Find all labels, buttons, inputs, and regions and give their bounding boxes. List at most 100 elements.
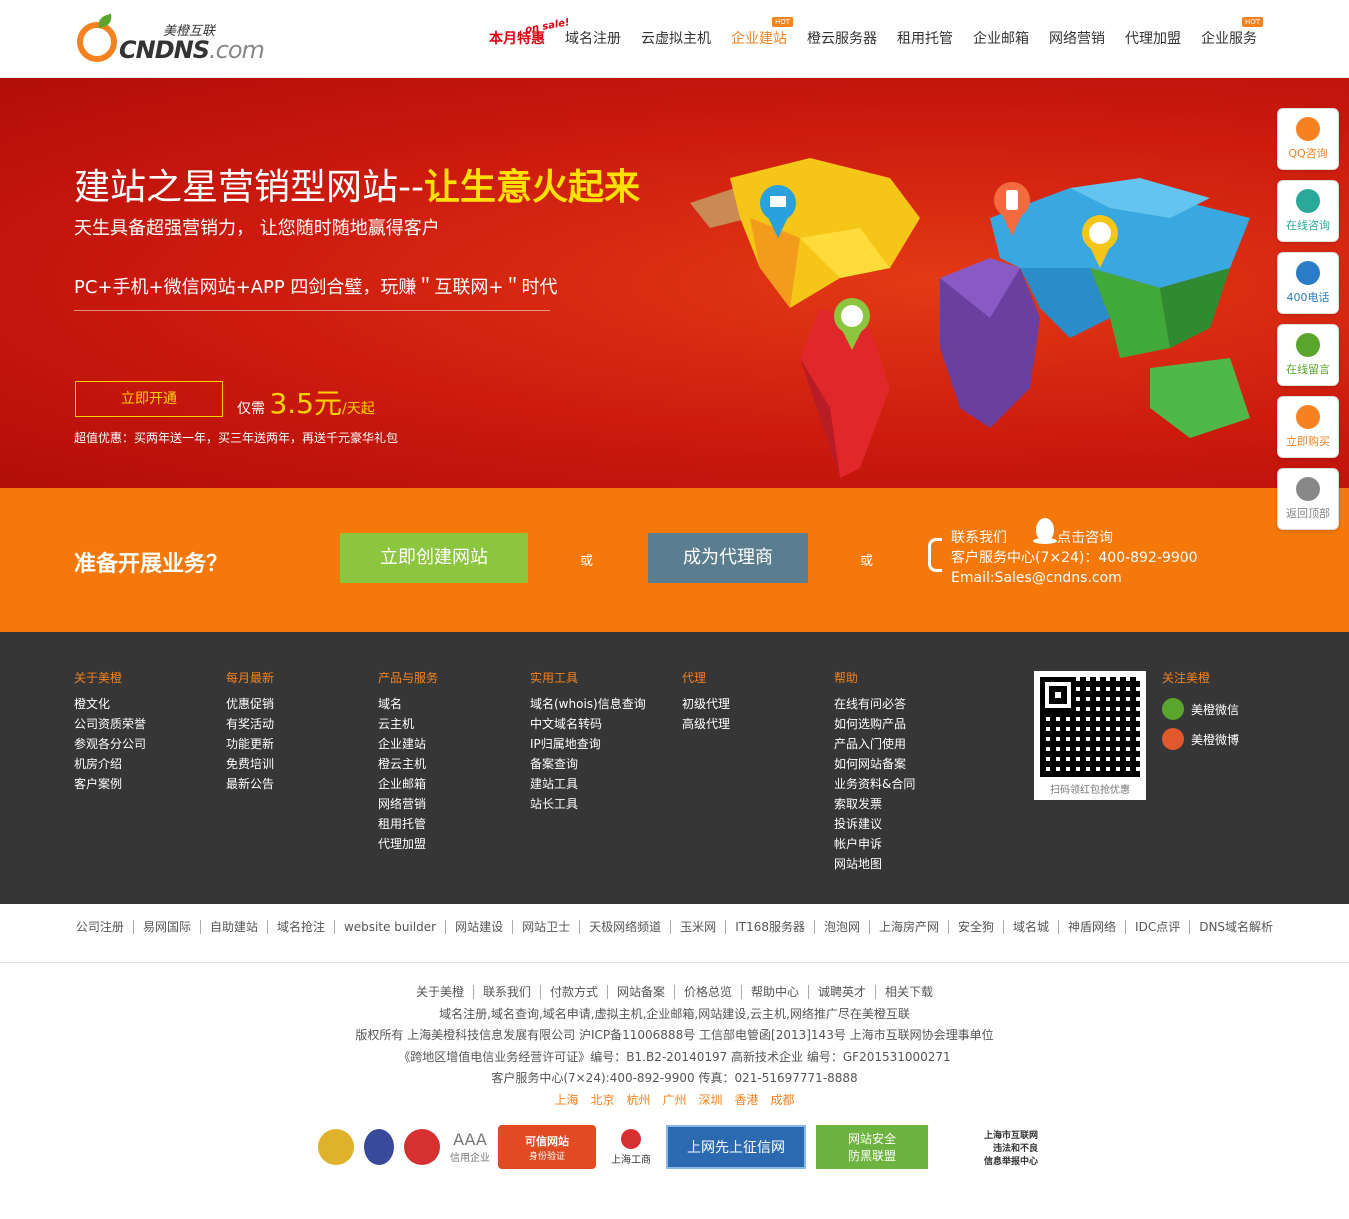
sales-email[interactable]: Email:Sales@cndns.com: [951, 568, 1198, 588]
friend-link[interactable]: 域名抢注: [268, 920, 335, 934]
footer-link[interactable]: 功能更新: [226, 734, 274, 754]
footer-link[interactable]: 公司资质荣誉: [74, 714, 146, 734]
friend-link[interactable]: IT168服务器: [726, 920, 815, 934]
buy-now-button[interactable]: 立即购买: [1277, 396, 1339, 458]
footer-link[interactable]: 索取发票: [834, 794, 915, 814]
footer-link[interactable]: 初级代理: [682, 694, 730, 714]
friend-link[interactable]: website builder: [335, 920, 447, 934]
report-center-badge[interactable]: 上海市互联网 违法和不良 信息举报中心: [938, 1125, 1038, 1169]
footer-link[interactable]: 帐户申诉: [834, 834, 915, 854]
aaa-credit-badge[interactable]: AAA 信用企业: [450, 1125, 490, 1169]
city-link[interactable]: 深圳: [699, 1093, 723, 1107]
nav-item-website[interactable]: 企业建站 HOT: [731, 17, 793, 52]
click-consult-link[interactable]: 点击咨询: [1057, 530, 1113, 546]
footer-link[interactable]: 如何网站备案: [834, 754, 915, 774]
city-link[interactable]: 成都: [771, 1093, 795, 1107]
friend-link[interactable]: 安全狗: [949, 920, 1005, 934]
nav-item-mail[interactable]: 企业邮箱: [973, 28, 1029, 52]
site-logo[interactable]: 美橙互联 CNDNS.com: [75, 13, 265, 66]
trusted-website-badge[interactable]: 可信网站 身份验证: [498, 1125, 596, 1169]
nav-item-marketing[interactable]: 网络营销: [1049, 28, 1105, 52]
nav-item-services[interactable]: 企业服务 HOT: [1201, 17, 1263, 52]
bottom-nav-link[interactable]: 相关下载: [876, 985, 942, 999]
nav-item-monthly-deals[interactable]: 本月特惠 on sale!: [489, 17, 570, 52]
footer-link[interactable]: 建站工具: [530, 774, 646, 794]
footer-link[interactable]: 代理加盟: [378, 834, 438, 854]
trust-seal-icon[interactable]: [404, 1129, 440, 1165]
footer-link[interactable]: 云主机: [378, 714, 438, 734]
footer-link[interactable]: 高级代理: [682, 714, 730, 734]
footer-link[interactable]: 域名: [378, 694, 438, 714]
friend-link[interactable]: 易网国际: [134, 920, 201, 934]
city-link[interactable]: 广州: [662, 1093, 686, 1107]
footer-link[interactable]: 备案查询: [530, 754, 646, 774]
friend-link[interactable]: 域名城: [1004, 920, 1060, 934]
footer-link[interactable]: 橙云主机: [378, 754, 438, 774]
friend-link[interactable]: 上海房产网: [870, 920, 949, 934]
bottom-nav-link[interactable]: 联系我们: [473, 985, 541, 999]
bottom-nav-link[interactable]: 网站备案: [607, 985, 675, 999]
footer-link[interactable]: 站长工具: [530, 794, 646, 814]
friend-link[interactable]: 自助建站: [201, 920, 268, 934]
footer-link[interactable]: 投诉建议: [834, 814, 915, 834]
footer-link[interactable]: 如何选购产品: [834, 714, 915, 734]
footer-link[interactable]: 在线有问必答: [834, 694, 915, 714]
weibo-link[interactable]: 美橙微博: [1162, 728, 1239, 750]
bottom-nav-link[interactable]: 关于美橙: [406, 985, 474, 999]
footer-link[interactable]: IP归属地查询: [530, 734, 646, 754]
bottom-nav-link[interactable]: 帮助中心: [742, 985, 810, 999]
nav-item-agent[interactable]: 代理加盟: [1125, 28, 1181, 52]
footer-link[interactable]: 网络营销: [378, 794, 438, 814]
footer-link[interactable]: 网站地图: [834, 854, 915, 874]
nav-item-domain[interactable]: 域名注册: [565, 28, 621, 52]
footer-link[interactable]: 租用托管: [378, 814, 438, 834]
friend-link[interactable]: DNS域名解析: [1190, 920, 1282, 934]
friend-link[interactable]: IDC点评: [1126, 920, 1191, 934]
friend-link[interactable]: 公司注册: [67, 920, 134, 934]
footer-link[interactable]: 产品入门使用: [834, 734, 915, 754]
qq-penguin-icon[interactable]: [1030, 516, 1060, 544]
leave-message-button[interactable]: 在线留言: [1277, 324, 1339, 386]
bottom-nav-link[interactable]: 价格总览: [675, 985, 743, 999]
create-website-button[interactable]: 立即创建网站: [340, 533, 528, 583]
footer-link[interactable]: 最新公告: [226, 774, 274, 794]
phone-400-button[interactable]: 400电话: [1277, 252, 1339, 314]
friend-link[interactable]: 泡泡网: [815, 920, 870, 934]
city-link[interactable]: 香港: [735, 1093, 759, 1107]
footer-link[interactable]: 客户案例: [74, 774, 146, 794]
footer-link[interactable]: 免费培训: [226, 754, 274, 774]
bottom-nav-link[interactable]: 诚聘英才: [809, 985, 877, 999]
footer-link[interactable]: 业务资料&合同: [834, 774, 915, 794]
footer-link[interactable]: 机房介绍: [74, 754, 146, 774]
city-link[interactable]: 杭州: [626, 1093, 650, 1107]
nav-item-vhost[interactable]: 云虚拟主机: [641, 28, 711, 52]
anti-hack-badge[interactable]: 网站安全 防黑联盟: [816, 1125, 928, 1169]
shanghai-commerce-badge[interactable]: 上海工商: [606, 1125, 656, 1169]
wechat-link[interactable]: 美橙微信: [1162, 698, 1239, 720]
become-agent-button[interactable]: 成为代理商: [648, 533, 808, 583]
police-seal-icon[interactable]: [364, 1129, 394, 1165]
footer-link[interactable]: 中文域名转码: [530, 714, 646, 734]
friend-link[interactable]: 天极网络频道: [580, 920, 672, 934]
qq-consult-button[interactable]: QQ咨询: [1277, 108, 1339, 170]
footer-link[interactable]: 企业建站: [378, 734, 438, 754]
friend-link[interactable]: 玉米网: [671, 920, 727, 934]
friend-link[interactable]: 网站建设: [446, 920, 514, 934]
bottom-nav-link[interactable]: 付款方式: [540, 985, 608, 999]
footer-link[interactable]: 橙文化: [74, 694, 146, 714]
online-consult-button[interactable]: 在线咨询: [1277, 180, 1339, 242]
nav-item-cloud-server[interactable]: 橙云服务器: [807, 28, 877, 52]
footer-link[interactable]: 优惠促销: [226, 694, 274, 714]
city-link[interactable]: 上海: [554, 1093, 578, 1107]
footer-link[interactable]: 参观各分公司: [74, 734, 146, 754]
idc-seal-icon[interactable]: [318, 1129, 354, 1165]
friend-link[interactable]: 神盾网络: [1059, 920, 1127, 934]
footer-link[interactable]: 企业邮箱: [378, 774, 438, 794]
back-to-top-button[interactable]: 返回顶部: [1277, 468, 1339, 530]
nav-item-hosting[interactable]: 租用托管: [897, 28, 953, 52]
credit-net-badge[interactable]: 上网先上征信网: [666, 1125, 806, 1169]
footer-link[interactable]: 域名(whois)信息查询: [530, 694, 646, 714]
footer-link[interactable]: 有奖活动: [226, 714, 274, 734]
friend-link[interactable]: 网站卫士: [513, 920, 581, 934]
city-link[interactable]: 北京: [590, 1093, 614, 1107]
